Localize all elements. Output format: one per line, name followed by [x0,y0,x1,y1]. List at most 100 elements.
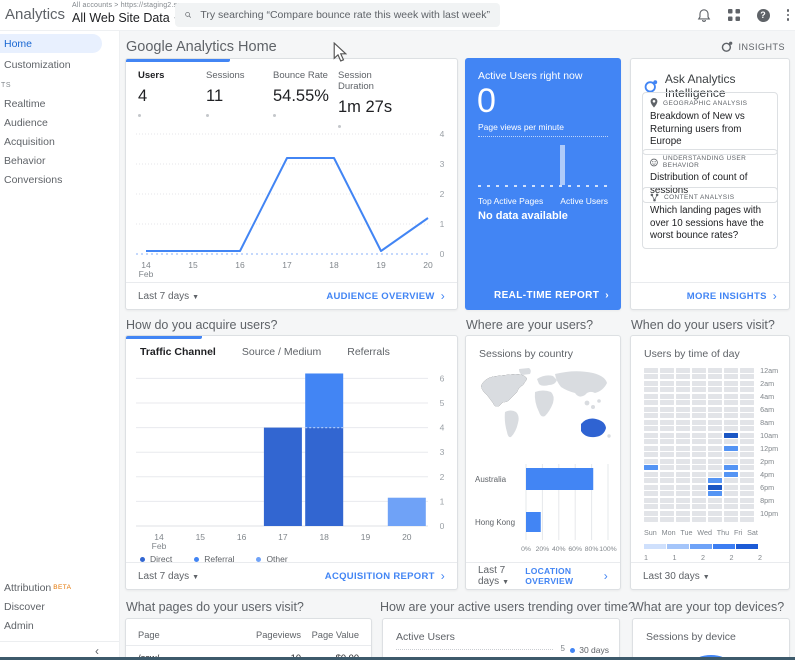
heatmap-cell [692,446,706,451]
heatmap-cell [740,478,754,483]
heatmap-cell [708,381,722,386]
more-menu-icon[interactable] [787,9,790,21]
heatmap-cell [660,465,674,470]
apps-grid-icon[interactable] [728,9,740,21]
sidebar-item-discover[interactable]: Discover [0,597,119,616]
svg-text:Feb: Feb [139,269,154,279]
trending-question: How are your active users trending over … [380,600,635,614]
heatmap-cell [660,407,674,412]
sidebar-item-realtime[interactable]: Realtime [0,94,119,113]
heatmap-cell [676,394,690,399]
main-content: Google Analytics Home INSIGHTS Users 4 S… [120,30,795,660]
date-range-select[interactable]: Last 30 days▼ [643,571,710,582]
heatmap-cell [724,400,738,405]
heatmap-cell [724,394,738,399]
suggestion-geographic-analysis[interactable]: GEOGRAPHIC ANALYSIS Breakdown of New vs … [642,92,778,155]
heatmap-cell [676,439,690,444]
heatmap-cell [676,478,690,483]
heatmap-cell [708,387,722,392]
page-title: Google Analytics Home [126,39,277,55]
heatmap-cell [676,381,690,386]
help-icon[interactable]: ? [757,9,770,22]
visits-question: When do your users visit? [631,318,775,332]
sidebar-item-attribution[interactable]: AttributionBETA [0,578,119,597]
active-users-title: Active Users right now [478,70,582,82]
sidebar-item-customization[interactable]: Customization [0,55,119,74]
heatmap-cell [724,439,738,444]
sidebar-item-audience[interactable]: Audience [0,113,119,132]
notifications-bell-icon[interactable] [697,8,711,23]
tab-traffic-channel[interactable]: Traffic Channel [140,346,216,358]
chevron-down-icon: ▼ [502,579,509,586]
heatmap-cell [708,498,722,503]
location-overview-link[interactable]: LOCATION OVERVIEW› [525,566,608,586]
left-nav: Home Customization TS Realtime Audience … [0,30,120,660]
heatmap-legend [644,544,758,549]
heatmap-cell [644,511,658,516]
heatmap-cell [724,485,738,490]
tab-source-medium[interactable]: Source / Medium [242,346,321,358]
search-input[interactable]: Try searching “Compare bounce rate this … [175,3,500,27]
heatmap-cell [740,368,754,373]
heatmap-cell [740,433,754,438]
active-users-value: 0 [477,82,496,121]
svg-text:19: 19 [361,532,371,542]
heatmap-cell [660,381,674,386]
active-metric-indicator [126,59,230,62]
pages-question: What pages do your users visit? [126,600,304,614]
heatmap-cell [708,459,722,464]
heatmap-cell [692,420,706,425]
heatmap-cell [644,368,658,373]
svg-text:2: 2 [440,189,445,199]
tab-referrals[interactable]: Referrals [347,346,390,358]
heatmap-cell [740,374,754,379]
svg-text:16: 16 [237,532,247,542]
insights-button[interactable]: INSIGHTS [721,41,785,53]
more-insights-link[interactable]: MORE INSIGHTS› [687,289,777,303]
heatmap-cell [644,472,658,477]
map-australia-highlight [581,419,606,438]
heatmap-cell [708,426,722,431]
date-range-select[interactable]: Last 7 days▼ [138,571,199,582]
heatmap-cell [644,459,658,464]
heatmap-cell [724,478,738,483]
acquisition-report-link[interactable]: ACQUISITION REPORT› [325,569,445,583]
insights-icon [721,41,733,53]
heatmap-cell [724,420,738,425]
date-range-select[interactable]: Last 7 days▼ [138,291,199,302]
audience-overview-link[interactable]: AUDIENCE OVERVIEW› [326,289,445,303]
heatmap-cell [708,407,722,412]
heatmap-cell [724,517,738,522]
sidebar-item-conversions[interactable]: Conversions [0,170,119,189]
analytics-logo[interactable]: Analytics [5,6,65,23]
svg-text:16: 16 [235,260,245,270]
search-icon [185,9,191,21]
sidebar-item-admin[interactable]: Admin [0,616,119,635]
svg-text:100%: 100% [599,546,616,553]
heatmap-cell [676,420,690,425]
heatmap-cell [644,465,658,470]
heatmap-cell [660,511,674,516]
heatmap-cell [660,446,674,451]
sessions-by-country-chart: 0%20%40%60%80%100%AustraliaHong Kong [470,462,620,558]
heatmap-cell [724,407,738,412]
heatmap-cell [708,504,722,509]
sidebar-item-behavior[interactable]: Behavior [0,151,119,170]
top-active-pages-label: Top Active Pages [478,196,543,206]
heatmap-cell [692,387,706,392]
svg-text:Australia: Australia [475,475,507,484]
realtime-report-link[interactable]: REAL-TIME REPORT› [494,290,609,301]
active-users-label: Active Users [396,631,455,643]
heatmap-cell [676,504,690,509]
date-range-select[interactable]: Last 7 days▼ [478,565,525,587]
heatmap-cell [692,433,706,438]
suggestion-content-analysis[interactable]: CONTENT ANALYSIS Which landing pages wit… [642,187,778,249]
sidebar-item-home[interactable]: Home [0,34,102,53]
heatmap-cell [708,491,722,496]
heatmap-cell [724,511,738,516]
heatmap-cell [660,439,674,444]
sidebar-item-acquisition[interactable]: Acquisition [0,132,119,151]
heatmap-cell [644,504,658,509]
svg-text:40%: 40% [552,546,566,553]
svg-text:15: 15 [196,532,206,542]
